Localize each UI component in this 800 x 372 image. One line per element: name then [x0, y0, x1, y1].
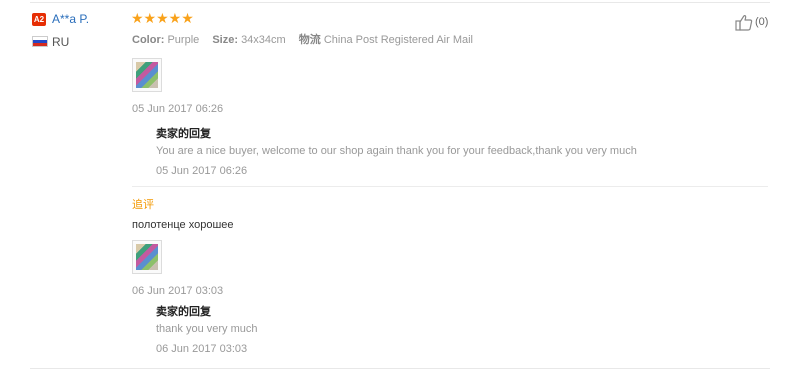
feedback-item: A2 A**a P. RU ★★★★★ Color: Purple Size: …	[0, 0, 800, 372]
attribute-color: Color: Purple	[132, 34, 200, 46]
russia-flag-icon	[32, 36, 48, 47]
additional-photo-thumbnail[interactable]	[132, 240, 162, 274]
seller-reply-title: 卖家的回复	[156, 128, 211, 140]
seller-reply-date-2: 06 Jun 2017 03:03	[156, 343, 248, 355]
order-attributes: Color: Purple Size: 34x34cm 物流 China Pos…	[132, 31, 483, 47]
buyer-level-badge: A2	[32, 13, 46, 26]
star-rating: ★★★★★	[131, 10, 194, 26]
review-photo-thumbnail[interactable]	[132, 58, 162, 92]
review-date: 05 Jun 2017 06:26	[132, 103, 224, 115]
additional-feedback-label: 追评	[132, 199, 154, 211]
seller-reply-text-2: thank you very much	[156, 323, 258, 335]
attribute-shipping: 物流 China Post Registered Air Mail	[298, 34, 474, 46]
helpful-count: (0)	[755, 16, 769, 28]
additional-feedback-text: полотенце хорошее	[132, 219, 234, 231]
bottom-divider	[30, 368, 770, 369]
additional-feedback-date: 06 Jun 2017 03:03	[132, 285, 224, 297]
seller-reply-date: 05 Jun 2017 06:26	[156, 165, 248, 177]
helpful-button[interactable]: (0)	[734, 12, 768, 32]
attribute-size: Size: 34x34cm	[212, 34, 286, 46]
buyer-country: RU	[52, 35, 70, 49]
top-divider	[30, 2, 770, 3]
seller-reply-title-2: 卖家的回复	[156, 306, 211, 318]
seller-reply-text: You are a nice buyer, welcome to our sho…	[156, 145, 637, 157]
buyer-name: A**a P.	[52, 12, 90, 26]
additional-divider	[132, 186, 768, 187]
thumbs-up-icon	[735, 15, 753, 31]
